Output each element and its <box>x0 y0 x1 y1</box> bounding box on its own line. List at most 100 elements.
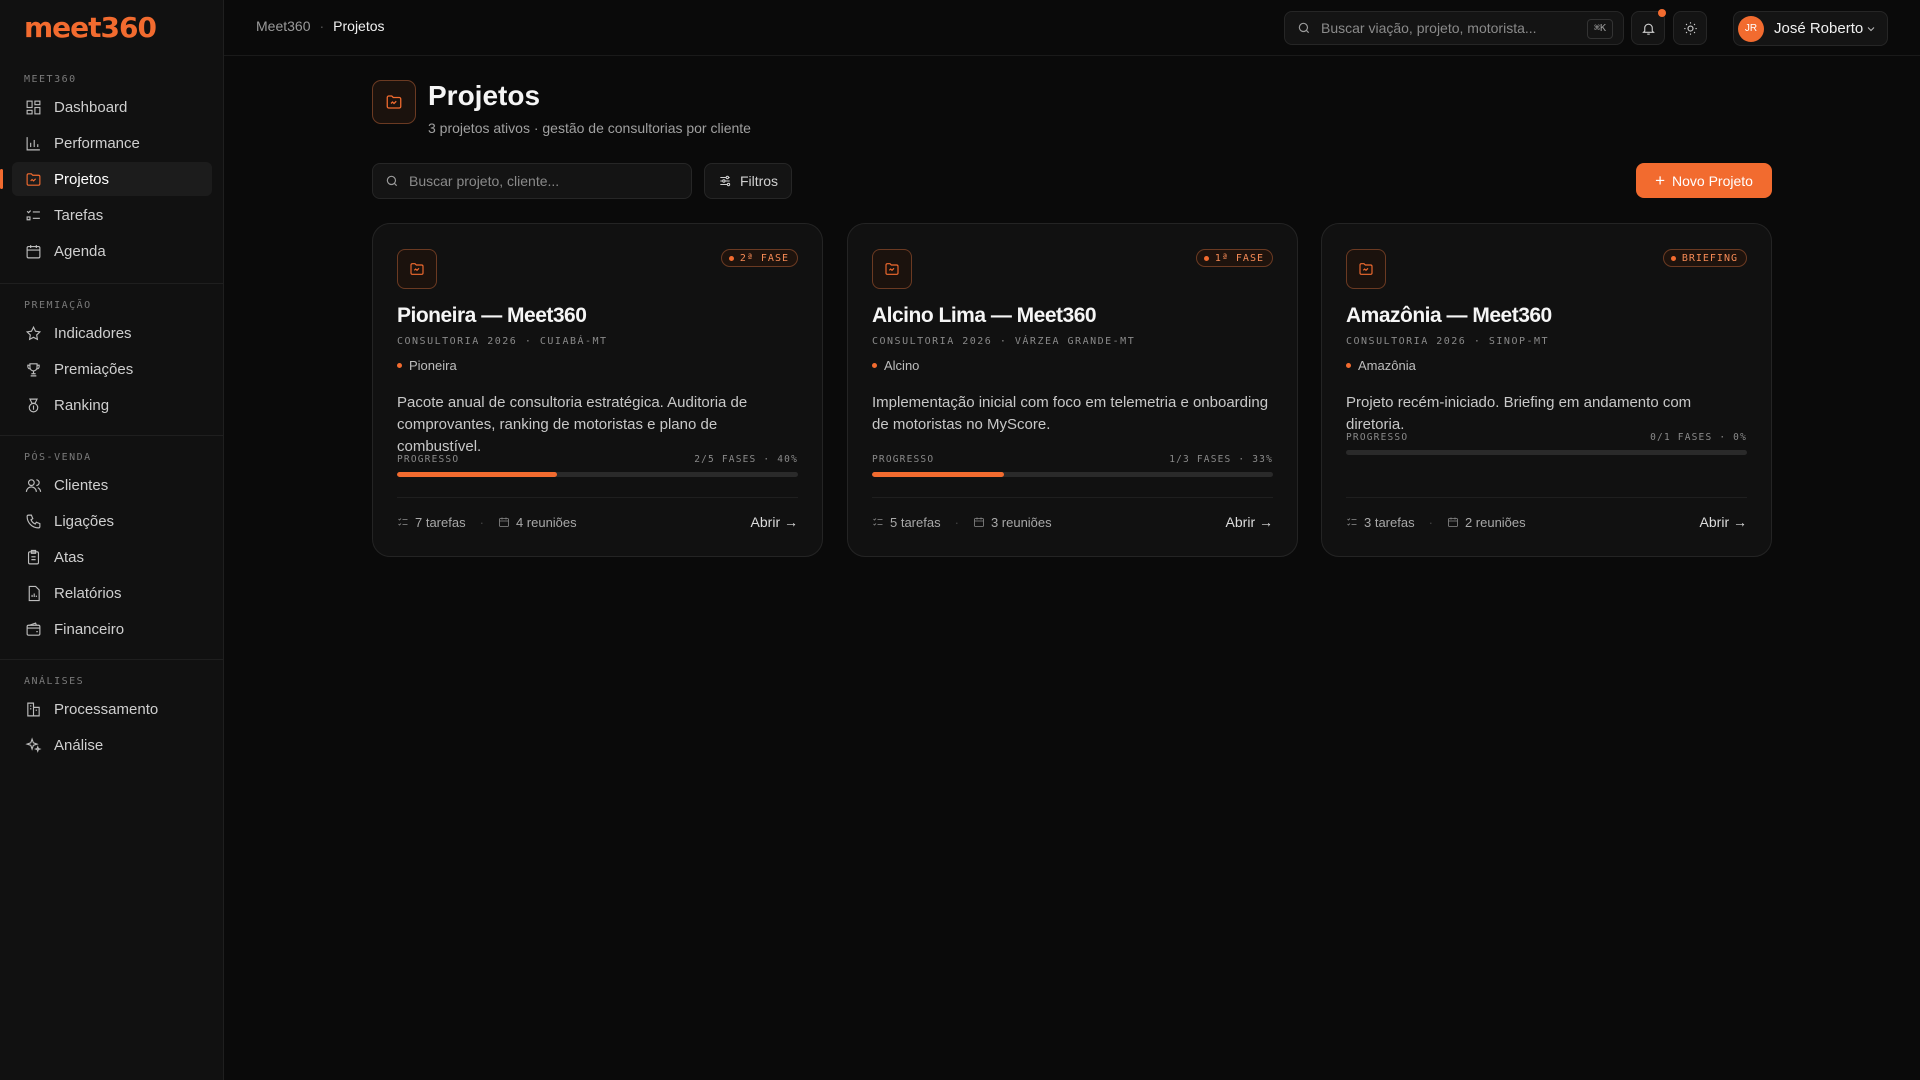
breadcrumb: Meet360 · Projetos <box>256 18 385 34</box>
sidebar-item-label: Processamento <box>54 700 159 718</box>
notifications-button[interactable] <box>1631 9 1666 45</box>
meet360-logo[interactable]: meet360 <box>24 11 157 44</box>
meetings-count: 2 reuniões <box>1447 515 1526 530</box>
phase-badge: BRIEFING <box>1662 249 1747 267</box>
project-search-placeholder: Buscar projeto, cliente... <box>409 173 560 189</box>
progress-text: 0/1 FASES · 0% <box>1650 432 1747 443</box>
calendar-icon <box>973 516 991 528</box>
nav-section-analises: ANÁLISES Processamento Análise <box>0 659 224 764</box>
progress-bar-fill <box>397 472 558 477</box>
tasks-count: 5 tarefas <box>872 515 941 530</box>
open-project-link[interactable]: Abrir → <box>1226 514 1273 530</box>
sidebar-item-processamento[interactable]: Processamento <box>12 692 212 726</box>
sidebar-item-financeiro[interactable]: Financeiro <box>12 612 212 646</box>
search-icon <box>1298 22 1310 34</box>
sliders-icon <box>720 175 731 187</box>
medal-icon <box>24 396 42 414</box>
new-project-label: Novo Projeto <box>1672 172 1753 189</box>
global-search-input[interactable]: Buscar viação, projeto, motorista... ⌘K <box>1284 11 1624 45</box>
client-dot <box>872 363 877 368</box>
progress-bar <box>397 472 798 477</box>
sidebar-item-projetos[interactable]: Projetos <box>0 162 212 196</box>
sidebar-item-clientes[interactable]: Clientes <box>12 468 212 502</box>
user-menu-button[interactable]: JR José Roberto <box>1733 11 1888 46</box>
open-project-link[interactable]: Abrir → <box>1700 514 1747 530</box>
trophy-icon <box>24 360 42 378</box>
project-client-name: Amazônia <box>1358 358 1416 373</box>
theme-toggle-button[interactable] <box>1673 11 1707 45</box>
sidebar-item-label: Análise <box>54 736 104 754</box>
sidebar-item-atas[interactable]: Atas <box>12 540 212 574</box>
sidebar-item-tarefas[interactable]: Tarefas <box>12 198 212 232</box>
project-card[interactable]: BRIEFING Amazônia — Meet360 CONSULTORIA 20… <box>1321 223 1772 557</box>
chevron-down-icon <box>1867 27 1875 32</box>
folder-icon <box>872 249 912 289</box>
tasks-icon <box>872 516 890 528</box>
topbar: Meet360 · Projetos Buscar viação, projet… <box>224 0 1920 56</box>
sidebar-item-agenda[interactable]: Agenda <box>12 234 212 268</box>
project-card[interactable]: 1ª FASE Alcino Lima — Meet360 CONSULTORIA … <box>847 223 1298 557</box>
sidebar-item-label: Ligações <box>54 512 115 530</box>
tasks-count: 3 tarefas <box>1346 515 1415 530</box>
search-shortcut: ⌘K <box>1586 19 1613 39</box>
folder-icon <box>1346 249 1386 289</box>
project-meta: CONSULTORIA 2026 · VÁRZEA GRANDE-MT <box>872 336 1136 347</box>
sidebar-item-ranking[interactable]: Ranking <box>12 388 212 422</box>
sidebar: meet360 MEET360 Dashboard Performance Pr… <box>0 0 224 1080</box>
progress-label: PROGRESSO <box>872 454 935 465</box>
project-client: Pioneira <box>397 358 457 373</box>
tasks-label: 3 tarefas <box>1364 514 1415 530</box>
folder-icon <box>397 249 437 289</box>
global-search-placeholder: Buscar viação, projeto, motorista... <box>1321 20 1537 36</box>
card-footer: 5 tarefas · 3 reuniões Abrir → <box>872 512 1273 532</box>
folder-icon <box>24 170 42 188</box>
project-meta: CONSULTORIA 2026 · CUIABÁ-MT <box>397 336 608 347</box>
project-card[interactable]: 2ª FASE Pioneira — Meet360 CONSULTORIA 202… <box>372 223 823 557</box>
progress-bar <box>1346 450 1747 455</box>
breadcrumb-item-meet360[interactable]: Meet360 <box>256 18 310 34</box>
card-footer: 7 tarefas · 4 reuniões Abrir → <box>397 512 798 532</box>
project-meta: CONSULTORIA 2026 · SINOP-MT <box>1346 336 1550 347</box>
phase-badge-label: BRIEFING <box>1681 252 1738 264</box>
filters-button[interactable]: Filtros <box>704 163 792 199</box>
open-project-link[interactable]: Abrir → <box>751 514 798 530</box>
tasks-count: 7 tarefas <box>397 515 466 530</box>
calendar-icon <box>1447 516 1465 528</box>
client-dot <box>397 363 402 368</box>
project-client-name: Alcino <box>884 358 920 373</box>
sidebar-item-label: Projetos <box>54 170 110 188</box>
card-divider <box>872 497 1273 498</box>
client-dot <box>1346 363 1351 368</box>
sidebar-item-performance[interactable]: Performance <box>12 126 212 160</box>
project-title: Alcino Lima — Meet360 <box>872 304 1097 327</box>
sidebar-item-indicadores[interactable]: Indicadores <box>12 316 212 350</box>
sidebar-item-premiacoes[interactable]: Premiações <box>12 352 212 386</box>
sidebar-item-relatorios[interactable]: Relatórios <box>12 576 212 610</box>
nav-section-pos-venda: PÓS-VENDA Clientes Ligações Atas Relatór… <box>0 435 224 648</box>
sun-icon <box>1683 21 1697 35</box>
meetings-count: 3 reuniões <box>973 515 1052 530</box>
card-divider <box>1346 497 1747 498</box>
sidebar-item-label: Agenda <box>54 242 106 260</box>
phase-badge-label: 2ª FASE <box>739 252 789 264</box>
bell-icon <box>1641 23 1655 35</box>
status-dot <box>1203 255 1209 261</box>
project-search-input[interactable]: Buscar projeto, cliente... <box>372 163 692 199</box>
star-icon <box>24 324 42 342</box>
process-icon <box>24 700 42 718</box>
tasks-icon <box>1346 516 1364 528</box>
sidebar-item-label: Relatórios <box>54 584 122 602</box>
section-title: MEET360 <box>24 74 77 85</box>
section-title: PÓS-VENDA <box>24 452 92 463</box>
progress-bar-fill <box>872 472 1005 477</box>
sidebar-item-dashboard[interactable]: Dashboard <box>12 90 212 124</box>
list-check-icon <box>24 206 42 224</box>
footer-separator: · <box>954 514 959 530</box>
avatar: JR <box>1738 15 1764 42</box>
sidebar-item-ligacoes[interactable]: Ligações <box>12 504 212 538</box>
sparkles-icon <box>24 736 42 754</box>
sidebar-item-analise[interactable]: Análise <box>12 728 212 762</box>
card-footer: 3 tarefas · 2 reuniões Abrir → <box>1346 512 1747 532</box>
new-project-button[interactable]: + Novo Projeto <box>1636 163 1772 198</box>
notification-dot <box>1658 9 1666 17</box>
